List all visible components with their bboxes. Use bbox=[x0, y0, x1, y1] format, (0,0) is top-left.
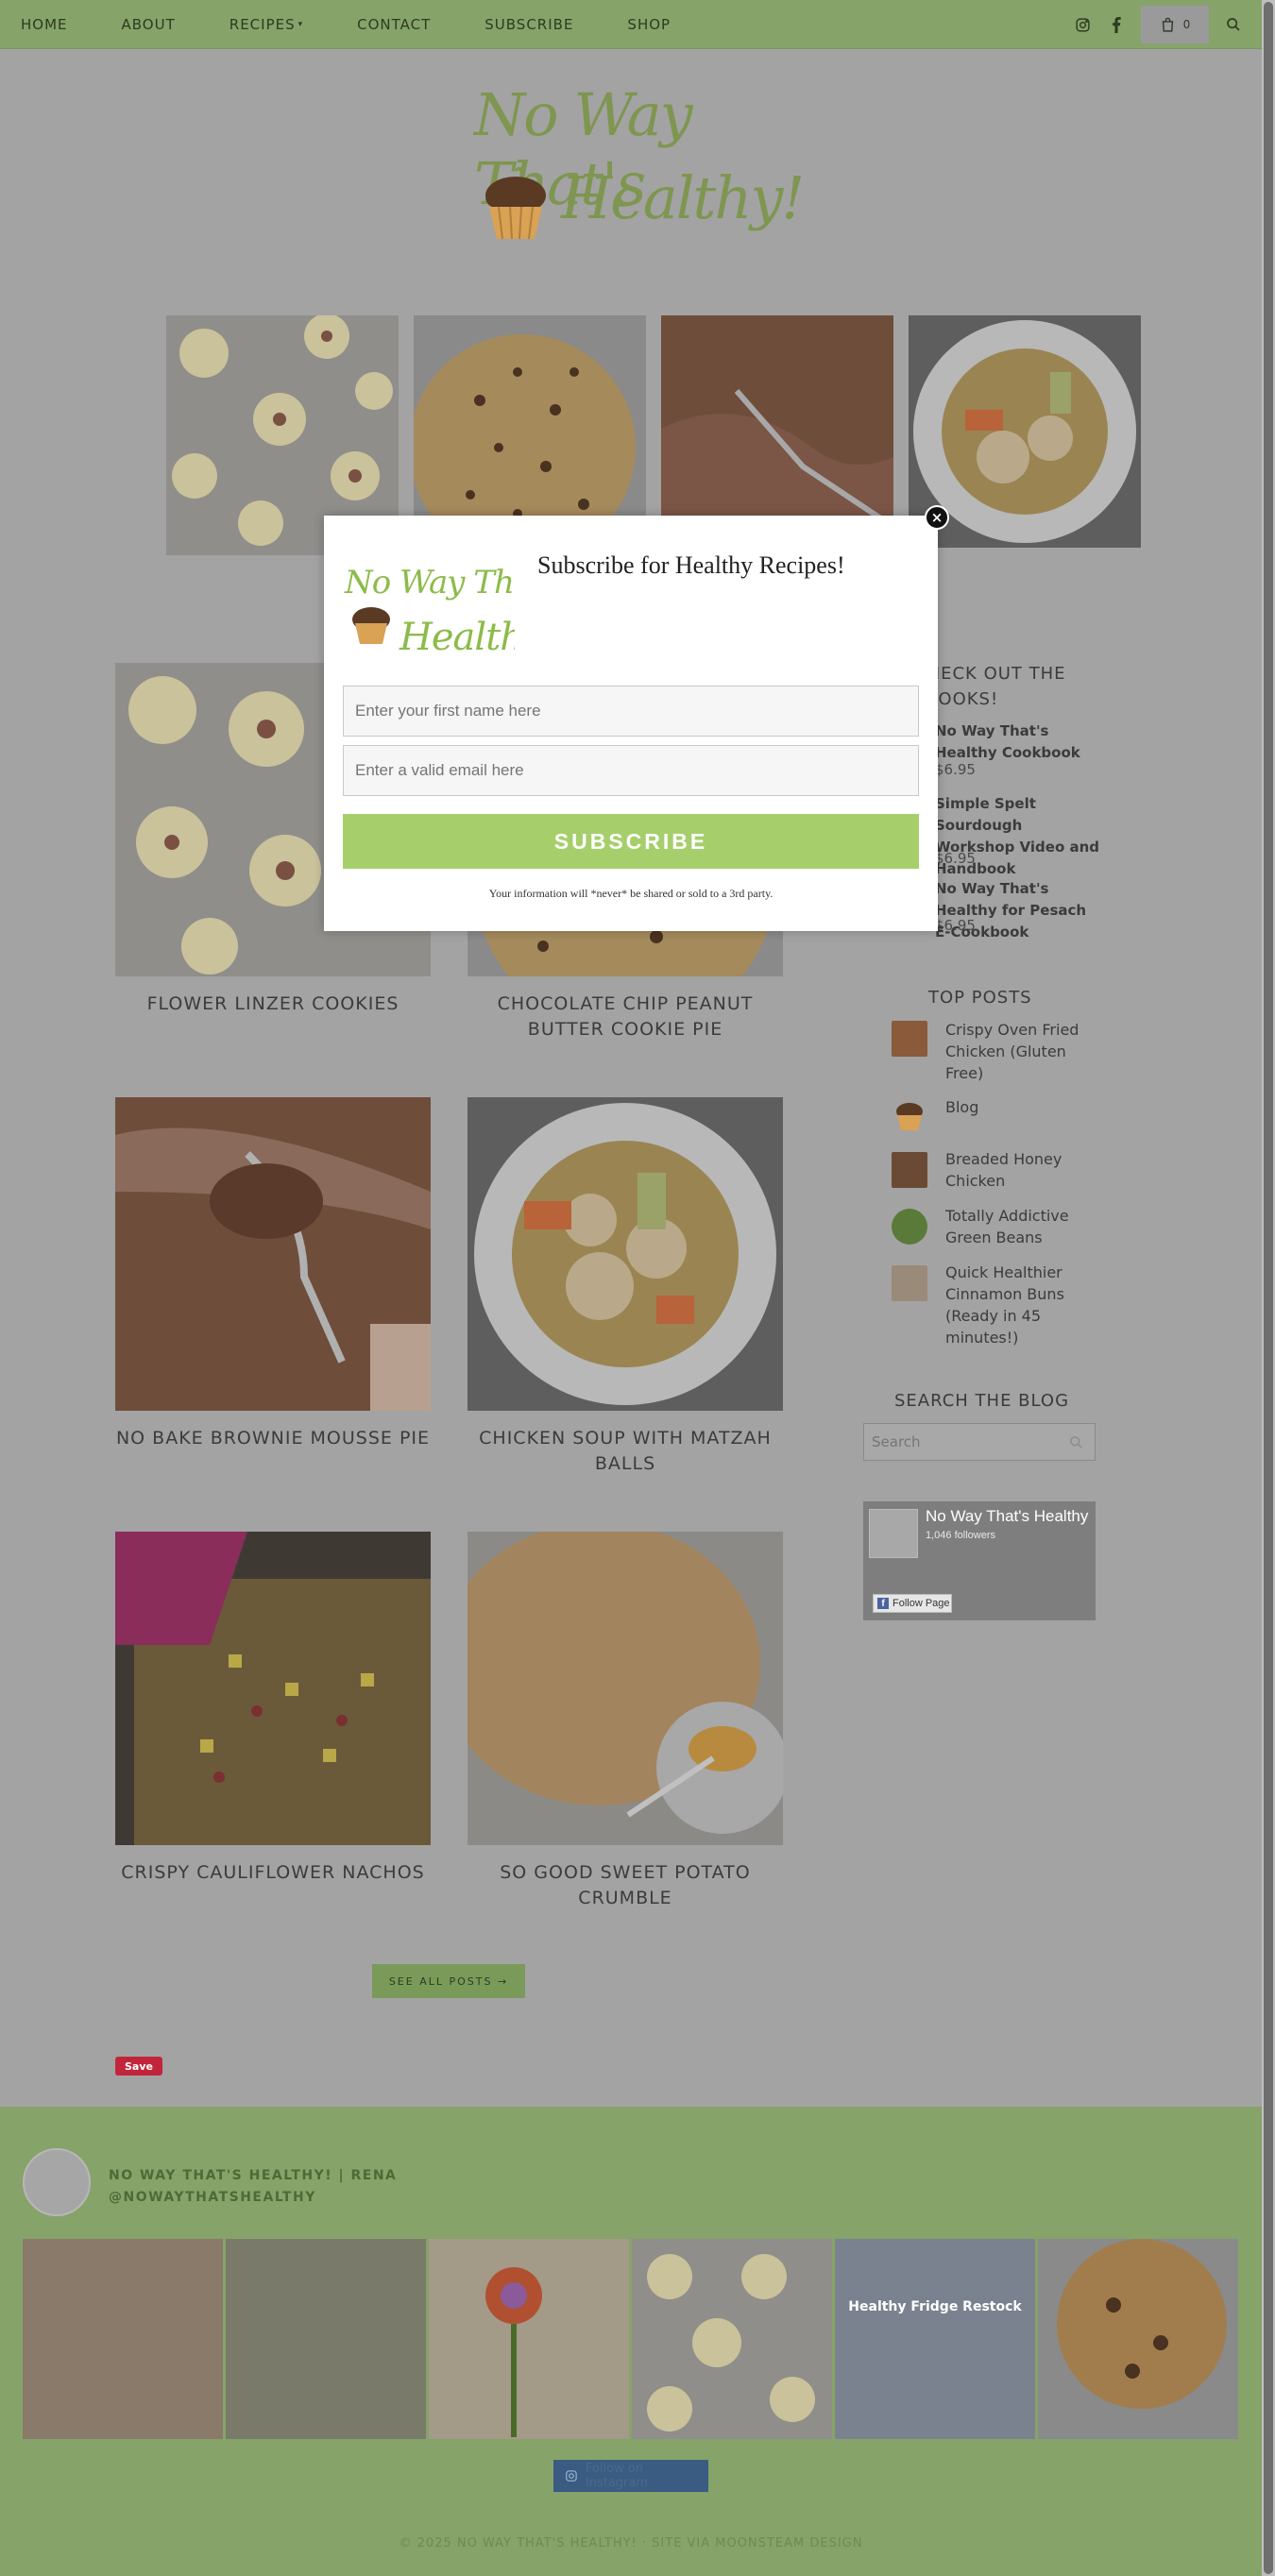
see-all-posts-button[interactable]: SEE ALL POSTS → bbox=[372, 1964, 525, 1998]
top-post-link[interactable]: Crispy Oven Fried Chicken (Gluten Free) bbox=[945, 1019, 1106, 1084]
instagram-post[interactable] bbox=[632, 2239, 832, 2439]
top-post-thumbnail[interactable] bbox=[892, 1265, 927, 1301]
close-icon[interactable]: × bbox=[925, 505, 949, 530]
search-icon[interactable] bbox=[1224, 15, 1243, 34]
nav-label: SUBSCRIBE bbox=[484, 16, 574, 33]
search-heading: SEARCH THE BLOG bbox=[894, 1391, 1070, 1411]
instagram-post[interactable] bbox=[429, 2239, 629, 2439]
post-image-cauliflower-nachos[interactable] bbox=[115, 1532, 431, 1845]
post-title[interactable]: CHICKEN SOUP WITH MATZAH BALLS bbox=[468, 1426, 783, 1477]
top-post-link[interactable]: Blog bbox=[945, 1096, 1106, 1118]
nav-shop[interactable]: SHOP bbox=[627, 16, 671, 33]
modal-title: Subscribe for Healthy Recipes! bbox=[537, 551, 845, 579]
email-input[interactable] bbox=[343, 745, 919, 796]
cart-button[interactable]: 0 bbox=[1141, 6, 1209, 43]
top-nav: HOME ABOUT RECIPES ▾ CONTACT SUBSCRIBE SH… bbox=[0, 0, 1262, 49]
post-title[interactable]: SO GOOD SWEET POTATO CRUMBLE bbox=[468, 1860, 783, 1911]
facebook-page-widget[interactable]: No Way That's Healthy 1,046 followers fF… bbox=[863, 1501, 1096, 1620]
nav-menu: HOME ABOUT RECIPES ▾ CONTACT SUBSCRIBE SH… bbox=[21, 0, 724, 49]
cupcake-icon bbox=[485, 167, 546, 240]
top-post-link[interactable]: Breaded Honey Chicken bbox=[945, 1148, 1106, 1192]
page: HOME ABOUT RECIPES ▾ CONTACT SUBSCRIBE SH… bbox=[0, 0, 1262, 2576]
privacy-note: Your information will *never* be shared … bbox=[488, 887, 774, 900]
ebook-price: $6.95 bbox=[935, 761, 976, 778]
fb-page-name: No Way That's Healthy bbox=[926, 1507, 1089, 1525]
post-title[interactable]: CRISPY CAULIFLOWER NACHOS bbox=[115, 1860, 431, 1886]
top-post-thumbnail[interactable] bbox=[892, 1021, 927, 1057]
fb-follow-button[interactable]: f Follow Page bbox=[873, 1594, 952, 1613]
copyright: © 2025 NO WAY THAT'S HEALTHY! · SITE VIA… bbox=[399, 2536, 863, 2551]
post-title[interactable]: NO BAKE BROWNIE MOUSSE PIE bbox=[115, 1426, 431, 1451]
post-title[interactable]: FLOWER LINZER COOKIES bbox=[115, 991, 431, 1017]
nav-label: SHOP bbox=[627, 16, 672, 33]
search-input[interactable] bbox=[864, 1424, 1053, 1460]
top-post-thumbnail[interactable] bbox=[892, 1209, 927, 1245]
post-image-brownie-mousse-pie[interactable] bbox=[115, 1097, 431, 1411]
nav-home[interactable]: HOME bbox=[21, 16, 68, 33]
instagram-footer: NO WAY THAT'S HEALTHY! | RENA @NOWAYTHAT… bbox=[0, 2107, 1262, 2576]
instagram-post[interactable] bbox=[226, 2239, 426, 2439]
facebook-icon: f bbox=[877, 1598, 889, 1609]
search-icon[interactable] bbox=[1069, 1435, 1083, 1449]
instagram-handle: @NOWAYTHATSHEALTHY bbox=[109, 2190, 316, 2205]
instagram-follow-label: Follow on Instagram bbox=[585, 2462, 649, 2490]
nav-label: HOME bbox=[21, 16, 68, 33]
nav-subscribe[interactable]: SUBSCRIBE bbox=[484, 16, 573, 33]
ebook-link[interactable]: No Way That's Healthy Cookbook bbox=[935, 720, 1105, 764]
instagram-post[interactable] bbox=[23, 2239, 223, 2439]
shopping-bag-icon bbox=[1162, 17, 1173, 32]
nav-recipes[interactable]: RECIPES ▾ bbox=[230, 16, 303, 33]
chevron-down-icon: ▾ bbox=[298, 20, 304, 29]
cart-count: 0 bbox=[1182, 18, 1191, 31]
ebook-link[interactable]: Simple Spelt Sourdough Workshop Video an… bbox=[935, 793, 1105, 880]
logo-line2: Healthy! bbox=[561, 163, 805, 232]
ebook-price: $6.95 bbox=[935, 850, 976, 867]
post-image-chicken-soup[interactable] bbox=[468, 1097, 783, 1411]
instagram-name: NO WAY THAT'S HEALTHY! | RENA bbox=[109, 2168, 398, 2183]
nav-actions: 0 bbox=[1058, 0, 1243, 49]
instagram-post-caption: Healthy Fridge Restock bbox=[848, 2299, 1022, 2314]
instagram-follow-button[interactable]: Follow on Instagram bbox=[553, 2460, 708, 2492]
top-posts-heading: TOP POSTS bbox=[928, 988, 1032, 1008]
subscribe-modal: No Way That's Healthy! Subscribe for Hea… bbox=[324, 516, 938, 931]
nav-about[interactable]: ABOUT bbox=[122, 16, 176, 33]
instagram-avatar[interactable] bbox=[23, 2148, 91, 2216]
modal-logo: No Way That's Healthy! bbox=[344, 564, 515, 659]
nav-label: CONTACT bbox=[357, 16, 432, 33]
top-post-link[interactable]: Totally Addictive Green Beans bbox=[945, 1205, 1106, 1248]
post-title[interactable]: CHOCOLATE CHIP PEANUT BUTTER COOKIE PIE bbox=[468, 991, 783, 1042]
top-post-thumbnail[interactable] bbox=[892, 1152, 927, 1188]
nav-contact[interactable]: CONTACT bbox=[357, 16, 431, 33]
sidebar-search bbox=[863, 1423, 1096, 1461]
instagram-icon bbox=[566, 2470, 577, 2482]
fb-avatar bbox=[869, 1509, 918, 1558]
fb-followers: 1,046 followers bbox=[926, 1530, 995, 1541]
top-post-link[interactable]: Quick Healthier Cinnamon Buns (Ready in … bbox=[945, 1262, 1106, 1348]
fb-follow-label: Follow Page bbox=[892, 1598, 950, 1609]
nav-label: ABOUT bbox=[121, 16, 176, 33]
facebook-icon[interactable] bbox=[1107, 15, 1126, 34]
instagram-post[interactable]: Healthy Fridge Restock bbox=[835, 2239, 1035, 2439]
ebook-price: $6.95 bbox=[935, 917, 976, 934]
scrollbar[interactable] bbox=[1262, 0, 1275, 2576]
svg-text:Healthy!: Healthy! bbox=[399, 616, 515, 659]
post-image-sweet-potato-crumble[interactable] bbox=[468, 1532, 783, 1845]
instagram-post[interactable] bbox=[1038, 2239, 1238, 2439]
scrollbar-thumb[interactable] bbox=[1264, 2, 1273, 2574]
pinterest-save-button[interactable]: Save bbox=[115, 2057, 162, 2076]
instagram-profile-name[interactable]: NO WAY THAT'S HEALTHY! | RENA @NOWAYTHAT… bbox=[109, 2165, 397, 2209]
nav-label: RECIPES bbox=[229, 16, 296, 33]
ebooks-heading: CHECK OUT THE EBOOKS! bbox=[914, 664, 1066, 709]
svg-text:No Way That's: No Way That's bbox=[344, 564, 515, 602]
subscribe-button[interactable]: SUBSCRIBE bbox=[343, 814, 919, 869]
cupcake-icon[interactable] bbox=[892, 1098, 927, 1134]
first-name-input[interactable] bbox=[343, 686, 919, 737]
instagram-icon[interactable] bbox=[1073, 15, 1092, 34]
site-logo[interactable]: No Way That's Healthy! bbox=[470, 80, 805, 288]
